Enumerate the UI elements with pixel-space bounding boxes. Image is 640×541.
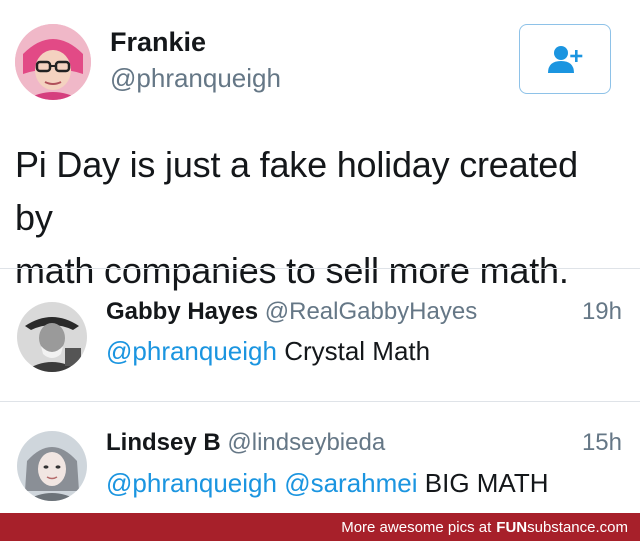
reply-header: Lindsey B @lindseybieda — [106, 429, 385, 457]
footer-brand-bold: FUN — [496, 518, 528, 536]
mention-link[interactable]: @phranqueigh — [106, 336, 277, 366]
reply-text-content: Crystal Math — [276, 336, 431, 366]
author-handle[interactable]: @phranqueigh — [110, 63, 281, 94]
reply-text: @phranqueigh Crystal Math — [106, 336, 430, 367]
avatar[interactable] — [15, 24, 91, 100]
reply-text: @phranqueigh @sarahmei BIG MATH — [106, 468, 549, 499]
avatar[interactable] — [17, 431, 87, 501]
main-tweet: Frankie @phranqueigh Pi Day is just a fa… — [0, 0, 640, 291]
reply-author-handle[interactable]: @RealGabbyHayes — [265, 298, 477, 325]
reply-author-name[interactable]: Gabby Hayes — [106, 298, 258, 325]
profile-photo-icon — [17, 431, 87, 501]
follow-button[interactable] — [519, 24, 611, 94]
avatar[interactable] — [17, 302, 87, 372]
reply-timestamp[interactable]: 19h — [582, 298, 622, 326]
reply-author-name[interactable]: Lindsey B — [106, 429, 221, 456]
author-name[interactable]: Frankie — [110, 27, 206, 58]
footer-prefix: More awesome pics at — [341, 518, 492, 536]
profile-photo-icon — [17, 302, 87, 372]
profile-photo-icon — [15, 24, 91, 100]
reply-timestamp[interactable]: 15h — [582, 429, 622, 457]
add-user-icon — [548, 46, 583, 73]
footer-brand-rest: substance.com — [527, 518, 628, 536]
reply-header: Gabby Hayes @RealGabbyHayes — [106, 298, 477, 326]
reply-tweet[interactable]: Lindsey B @lindseybieda 15h @phranqueigh… — [0, 401, 640, 513]
reply-tweet[interactable]: Gabby Hayes @RealGabbyHayes 19h @phranqu… — [0, 268, 640, 401]
reply-author-handle[interactable]: @lindseybieda — [227, 429, 385, 456]
watermark-footer: More awesome pics at FUN substance.com — [0, 513, 640, 541]
reply-text-content: BIG MATH — [417, 468, 549, 498]
tweet-text-line: Pi Day is just a fake holiday created by — [15, 144, 578, 238]
mention-link[interactable]: @phranqueigh @sarahmei — [106, 468, 418, 498]
